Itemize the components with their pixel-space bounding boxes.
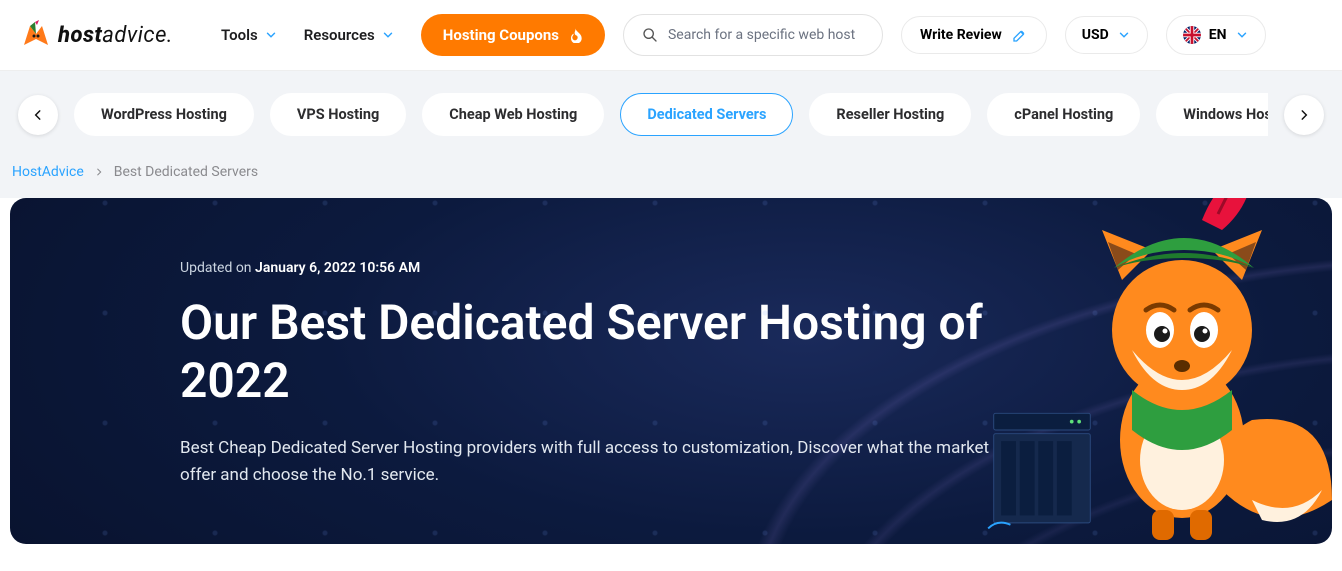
category-chip-wordpress[interactable]: WordPress Hosting	[74, 93, 254, 136]
hero-banner: Updated on January 6, 2022 10:56 AM Our …	[10, 198, 1332, 544]
breadcrumb: HostAdvice Best Dedicated Servers	[0, 158, 1342, 198]
fox-logo-icon	[20, 19, 52, 51]
category-label: Dedicated Servers	[647, 106, 766, 123]
write-review-button[interactable]: Write Review	[901, 16, 1047, 54]
chevron-left-icon	[31, 108, 45, 122]
flame-icon	[567, 27, 583, 43]
top-bar: hostadvice. Tools Resources Hosting Coup…	[0, 0, 1342, 71]
chevron-right-icon	[94, 167, 104, 177]
search-placeholder: Search for a specific web host	[668, 27, 855, 43]
category-chips: WordPress Hosting VPS Hosting Cheap Web …	[74, 93, 1268, 136]
category-chip-reseller[interactable]: Reseller Hosting	[809, 93, 971, 136]
category-chip-vps[interactable]: VPS Hosting	[270, 93, 406, 136]
brand-text: hostadvice.	[58, 23, 173, 48]
category-label: WordPress Hosting	[101, 106, 227, 123]
chevron-down-icon	[264, 28, 278, 42]
category-label: cPanel Hosting	[1014, 106, 1113, 123]
hero-section: Updated on January 6, 2022 10:56 AM Our …	[0, 198, 1342, 556]
updated-stamp: Updated on January 6, 2022 10:56 AM	[180, 260, 1162, 276]
category-chip-cheap[interactable]: Cheap Web Hosting	[422, 93, 604, 136]
chevron-right-icon	[1297, 108, 1311, 122]
page-title: Our Best Dedicated Server Hosting of 202…	[180, 294, 1060, 409]
nav-tools-label: Tools	[221, 26, 258, 44]
uk-flag-icon	[1183, 26, 1201, 44]
category-label: Cheap Web Hosting	[449, 106, 577, 123]
breadcrumb-home[interactable]: HostAdvice	[12, 164, 84, 180]
currency-label: USD	[1082, 27, 1109, 43]
primary-nav: Tools Resources Hosting Coupons	[221, 14, 605, 56]
fox-mascot	[1022, 198, 1332, 544]
pencil-icon	[1012, 27, 1028, 43]
write-review-label: Write Review	[920, 27, 1002, 43]
language-label: EN	[1209, 27, 1227, 43]
category-chip-windows[interactable]: Windows Hosting	[1156, 93, 1268, 136]
search-input[interactable]: Search for a specific web host	[623, 14, 883, 56]
category-label: VPS Hosting	[297, 106, 379, 123]
chevron-down-icon	[1235, 28, 1249, 42]
chevron-down-icon	[1117, 28, 1131, 42]
hosting-coupons-label: Hosting Coupons	[443, 26, 559, 44]
category-label: Windows Hosting	[1183, 106, 1268, 123]
breadcrumb-current: Best Dedicated Servers	[114, 164, 258, 180]
chevron-down-icon	[381, 28, 395, 42]
search-icon	[642, 27, 658, 43]
updated-prefix: Updated on	[180, 260, 255, 276]
nav-resources[interactable]: Resources	[304, 26, 395, 44]
updated-date: January 6, 2022 10:56 AM	[255, 260, 420, 276]
carousel-prev-button[interactable]	[18, 95, 58, 135]
currency-selector[interactable]: USD	[1065, 16, 1148, 54]
hosting-coupons-button[interactable]: Hosting Coupons	[421, 14, 605, 56]
page-subtitle: Best Cheap Dedicated Server Hosting prov…	[180, 435, 1060, 488]
nav-resources-label: Resources	[304, 26, 375, 44]
category-chip-dedicated[interactable]: Dedicated Servers	[620, 93, 793, 136]
carousel-next-button[interactable]	[1284, 95, 1324, 135]
nav-tools[interactable]: Tools	[221, 26, 278, 44]
category-label: Reseller Hosting	[836, 106, 944, 123]
brand-logo[interactable]: hostadvice.	[20, 19, 173, 51]
language-selector[interactable]: EN	[1166, 15, 1266, 55]
category-chip-cpanel[interactable]: cPanel Hosting	[987, 93, 1140, 136]
category-carousel: WordPress Hosting VPS Hosting Cheap Web …	[0, 71, 1342, 158]
